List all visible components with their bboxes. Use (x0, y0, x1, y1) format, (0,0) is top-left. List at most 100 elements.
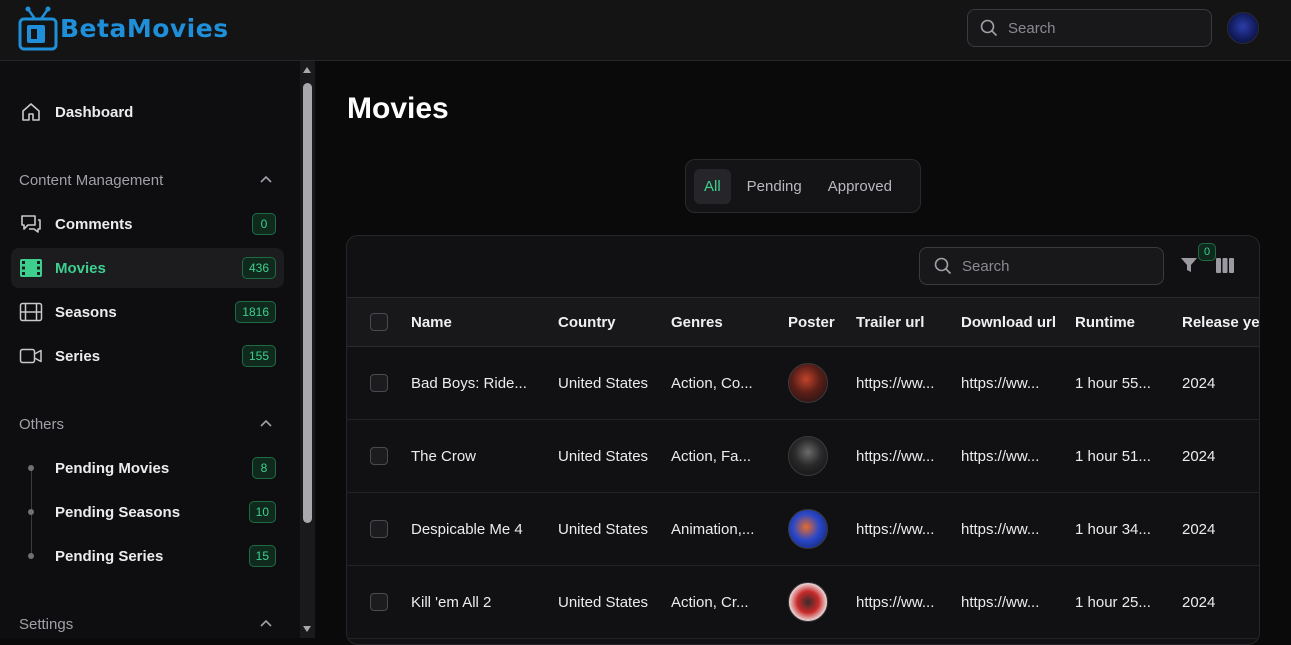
sidebar-item-seasons[interactable]: Seasons 1816 (11, 292, 284, 332)
cell-trailer-url[interactable]: https://ww... (856, 420, 961, 493)
sidebar-item-pending-seasons[interactable]: Pending Seasons 10 (11, 492, 284, 532)
sidebar-item-label: Pending Movies (55, 459, 170, 477)
sidebar-scrollbar[interactable] (300, 61, 315, 638)
scroll-down-arrow[interactable] (303, 626, 311, 632)
chevron-up-icon[interactable] (259, 617, 273, 631)
poster-thumbnail (788, 582, 828, 622)
scroll-thumb[interactable] (303, 83, 312, 523)
sidebar-item-movies[interactable]: Movies 436 (11, 248, 284, 288)
cell-country: United States (558, 520, 649, 538)
count-badge: 10 (248, 501, 276, 523)
video-camera-icon (19, 344, 43, 368)
column-header-name[interactable]: Name (411, 298, 558, 347)
count-badge: 0 (252, 213, 276, 235)
column-header-poster[interactable]: Poster (788, 298, 856, 347)
cell-country: United States (558, 447, 649, 465)
cell-release-year: 2024 (1182, 374, 1216, 392)
poster-thumbnail (788, 436, 828, 476)
cell-download-url[interactable]: https://ww... (961, 566, 1075, 639)
status-tabs: All Pending Approved (685, 159, 921, 213)
count-badge: 155 (241, 345, 276, 367)
chevron-up-icon[interactable] (259, 173, 273, 187)
tab-approved[interactable]: Approved (818, 169, 902, 204)
header-search-input[interactable] (1008, 19, 1188, 37)
cell-trailer-url[interactable]: https://ww... (856, 493, 961, 566)
table-row[interactable]: The Crow United States Action, Fa... htt… (347, 420, 1259, 493)
column-header-runtime[interactable]: Runtime (1075, 298, 1182, 347)
cell-runtime: 1 hour 55... (1075, 374, 1151, 392)
filter-icon[interactable] (1180, 256, 1198, 274)
film-strip-icon (19, 300, 43, 324)
sidebar-item-label: Seasons (55, 303, 117, 321)
home-icon (19, 100, 43, 124)
count-badge: 1816 (235, 301, 276, 323)
table-search[interactable] (919, 247, 1164, 285)
cell-name: Despicable Me 4 (411, 520, 523, 538)
section-settings: Settings (19, 616, 74, 633)
column-header-genres[interactable]: Genres (671, 298, 788, 347)
row-checkbox[interactable] (370, 593, 388, 611)
movies-table: Name Country Genres Poster Trailer url D… (347, 297, 1259, 639)
header-search[interactable] (967, 9, 1212, 47)
sidebar-item-pending-movies[interactable]: Pending Movies 8 (11, 448, 284, 488)
page-title: Movies (347, 92, 449, 125)
comments-icon (19, 212, 43, 236)
row-checkbox[interactable] (370, 374, 388, 392)
count-badge: 8 (252, 457, 276, 479)
poster-thumbnail (788, 509, 828, 549)
cell-download-url[interactable]: https://ww... (961, 347, 1075, 420)
columns-icon[interactable] (1216, 258, 1234, 273)
sidebar-item-label: Pending Seasons (55, 503, 181, 521)
count-badge: 436 (241, 257, 276, 279)
filter-count-badge: 0 (1198, 243, 1216, 261)
row-checkbox[interactable] (370, 520, 388, 538)
column-header-country[interactable]: Country (558, 298, 671, 347)
sidebar: Dashboard Content Management Comments 0 … (0, 61, 300, 638)
tv-logo-icon (18, 6, 58, 51)
logo-text: BetaMovies (60, 13, 229, 43)
table-search-input[interactable] (962, 257, 1142, 275)
cell-trailer-url[interactable]: https://ww... (856, 566, 961, 639)
movies-table-card: 0 Name Country Genres Poster Trailer url… (346, 235, 1260, 645)
cell-release-year: 2024 (1182, 520, 1216, 538)
sidebar-item-dashboard[interactable]: Dashboard (11, 92, 284, 132)
cell-release-year: 2024 (1182, 593, 1216, 611)
cell-trailer-url[interactable]: https://ww... (856, 347, 961, 420)
scroll-up-arrow[interactable] (303, 67, 311, 73)
cell-genres: Action, Co... (671, 374, 753, 392)
bullet-dot (28, 553, 34, 559)
cell-download-url[interactable]: https://ww... (961, 420, 1075, 493)
user-avatar[interactable] (1227, 12, 1259, 44)
cell-name: Bad Boys: Ride... (411, 374, 527, 392)
top-header: BetaMovies (0, 0, 1291, 61)
row-checkbox[interactable] (370, 447, 388, 465)
table-toolbar: 0 (347, 236, 1259, 297)
select-all-checkbox[interactable] (370, 313, 388, 331)
sidebar-item-label: Pending Series (55, 547, 164, 565)
cell-name: The Crow (411, 447, 477, 465)
table-row[interactable]: Bad Boys: Ride... United States Action, … (347, 347, 1259, 420)
sidebar-item-label: Series (55, 347, 101, 365)
cell-country: United States (558, 593, 649, 611)
count-badge: 15 (248, 545, 276, 567)
section-others: Others (19, 416, 65, 433)
poster-thumbnail (788, 363, 828, 403)
cell-runtime: 1 hour 25... (1075, 593, 1151, 611)
tab-pending[interactable]: Pending (737, 169, 812, 204)
column-header-trailer-url[interactable]: Trailer url (856, 298, 961, 347)
table-row[interactable]: Kill 'em All 2 United States Action, Cr.… (347, 566, 1259, 639)
tab-all[interactable]: All (694, 168, 731, 204)
cell-country: United States (558, 374, 649, 392)
sidebar-item-pending-series[interactable]: Pending Series 15 (11, 536, 284, 576)
chevron-up-icon[interactable] (259, 417, 273, 431)
sidebar-item-label: Movies (55, 259, 106, 277)
sidebar-item-comments[interactable]: Comments 0 (11, 204, 284, 244)
table-row[interactable]: Despicable Me 4 United States Animation,… (347, 493, 1259, 566)
sidebar-item-series[interactable]: Series 155 (11, 336, 284, 376)
sidebar-item-label: Comments (55, 215, 133, 233)
section-content-management: Content Management (19, 172, 164, 189)
column-header-download-url[interactable]: Download url (961, 298, 1075, 347)
column-header-release-year[interactable]: Release year (1182, 298, 1259, 347)
app-logo[interactable]: BetaMovies (18, 4, 229, 52)
cell-download-url[interactable]: https://ww... (961, 493, 1075, 566)
